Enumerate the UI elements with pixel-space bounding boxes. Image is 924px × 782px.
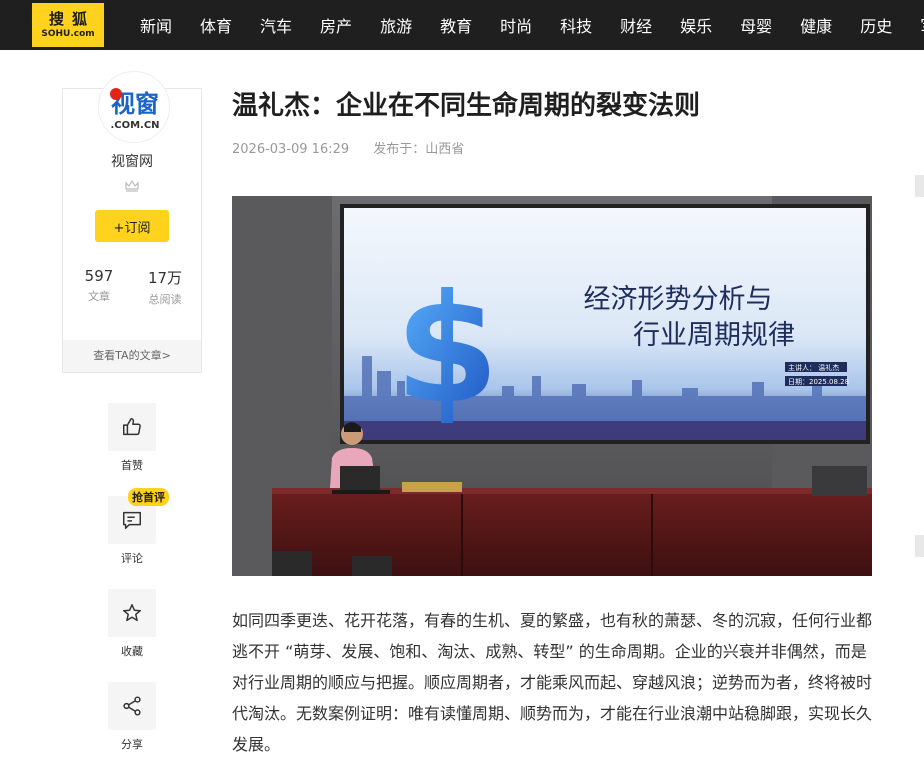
nav-item[interactable]: 汽车 <box>260 13 292 37</box>
slide-title-line2: 行业周期规律 <box>633 320 795 351</box>
star-icon <box>123 604 141 622</box>
articles-label: 文章 <box>88 290 110 303</box>
article-date: 2026-03-09 16:29 <box>232 142 350 157</box>
author-level-icon <box>125 179 139 192</box>
right-sidebar-edge-bottom <box>915 535 924 557</box>
comment-action: 抢首评 评论 <box>108 488 169 566</box>
articles-count: 597 <box>84 267 114 285</box>
nav-item[interactable]: 时尚 <box>500 13 532 37</box>
share-button[interactable] <box>108 682 156 730</box>
article-photo[interactable]: $ 经济形势分析与 行业周期规律 主讲人： 温礼杰 日期：2025.08.28 <box>232 196 872 576</box>
logo-bottom-text: SOHU.com <box>41 29 95 39</box>
nav-item[interactable]: 军事 <box>920 13 924 37</box>
favorite-button[interactable] <box>108 589 156 637</box>
comment-label: 评论 <box>121 552 143 565</box>
share-label: 分享 <box>121 738 143 751</box>
subscribe-button[interactable]: +订阅 <box>95 210 169 242</box>
favorite-action: 收藏 <box>108 589 156 659</box>
like-action: 首赞 <box>108 403 156 473</box>
like-button[interactable] <box>108 403 156 451</box>
avatar-logo-sub: .COM.CN <box>110 120 159 131</box>
nav-item[interactable]: 娱乐 <box>680 13 712 37</box>
right-sidebar-edge-top <box>915 175 924 197</box>
nav-item[interactable]: 健康 <box>800 13 832 37</box>
comment-button[interactable]: 抢首评 <box>108 488 169 544</box>
nav-item[interactable]: 新闻 <box>140 13 172 37</box>
nav-item[interactable]: 旅游 <box>380 13 412 37</box>
nav-item[interactable]: 体育 <box>200 13 232 37</box>
slide-date: 日期：2025.08.28 <box>788 378 849 386</box>
reads-count: 17万 <box>147 269 183 287</box>
article-title: 温礼杰：企业在不同生命周期的裂变法则 <box>232 91 701 121</box>
reads-stat: 17万 总阅读 <box>135 267 195 307</box>
nav-item[interactable]: 房产 <box>320 13 352 37</box>
nav-item[interactable]: 科技 <box>560 13 592 37</box>
article-meta: 2026-03-09 16:29 发布于：山西省 <box>232 138 484 157</box>
slide-title-line1: 经济形势分析与 <box>584 284 773 315</box>
view-author-articles-link[interactable]: 查看TA的文章> <box>63 340 201 372</box>
share-action: 分享 <box>108 682 156 752</box>
like-label: 首赞 <box>121 459 143 472</box>
nav-item[interactable]: 母婴 <box>740 13 772 37</box>
article-location: 发布于：山西省 <box>373 142 465 157</box>
channel-nav: 新闻 体育 汽车 房产 旅游 教育 时尚 科技 财经 娱乐 母婴 健康 历史 军事 <box>140 0 924 50</box>
author-name[interactable]: 视窗网 <box>63 151 201 171</box>
comment-icon <box>123 511 141 529</box>
favorite-label: 收藏 <box>121 645 143 658</box>
svg-text:$: $ <box>395 263 499 437</box>
reads-label: 总阅读 <box>148 293 182 306</box>
logo-top-text: 搜狐 <box>48 10 95 28</box>
nav-item[interactable]: 财经 <box>620 13 652 37</box>
articles-stat: 597 文章 <box>69 267 129 304</box>
first-comment-badge[interactable]: 抢首评 <box>128 488 169 506</box>
share-icon <box>123 696 141 716</box>
sohu-logo[interactable]: 搜狐 SOHU.com <box>32 3 104 47</box>
author-avatar[interactable]: 视窗 .COM.CN <box>98 71 170 143</box>
thumbs-up-icon <box>123 418 141 436</box>
top-nav-bar: 搜狐 SOHU.com 新闻 体育 汽车 房产 旅游 教育 时尚 科技 财经 娱乐 母婴 健康 历史 军事 <box>0 0 924 50</box>
author-card: 视窗 .COM.CN 视窗网 +订阅 597 文章 17万 总阅读 查看TA的文… <box>62 71 202 373</box>
article-paragraph: 如同四季更迭、花开花落，有春的生机、夏的繁盛，也有秋的萧瑟、冬的沉寂，任何行业都… <box>232 611 873 754</box>
slide-speaker: 主讲人： 温礼杰 <box>788 363 839 372</box>
nav-item[interactable]: 历史 <box>860 13 892 37</box>
nav-item[interactable]: 教育 <box>440 13 472 37</box>
